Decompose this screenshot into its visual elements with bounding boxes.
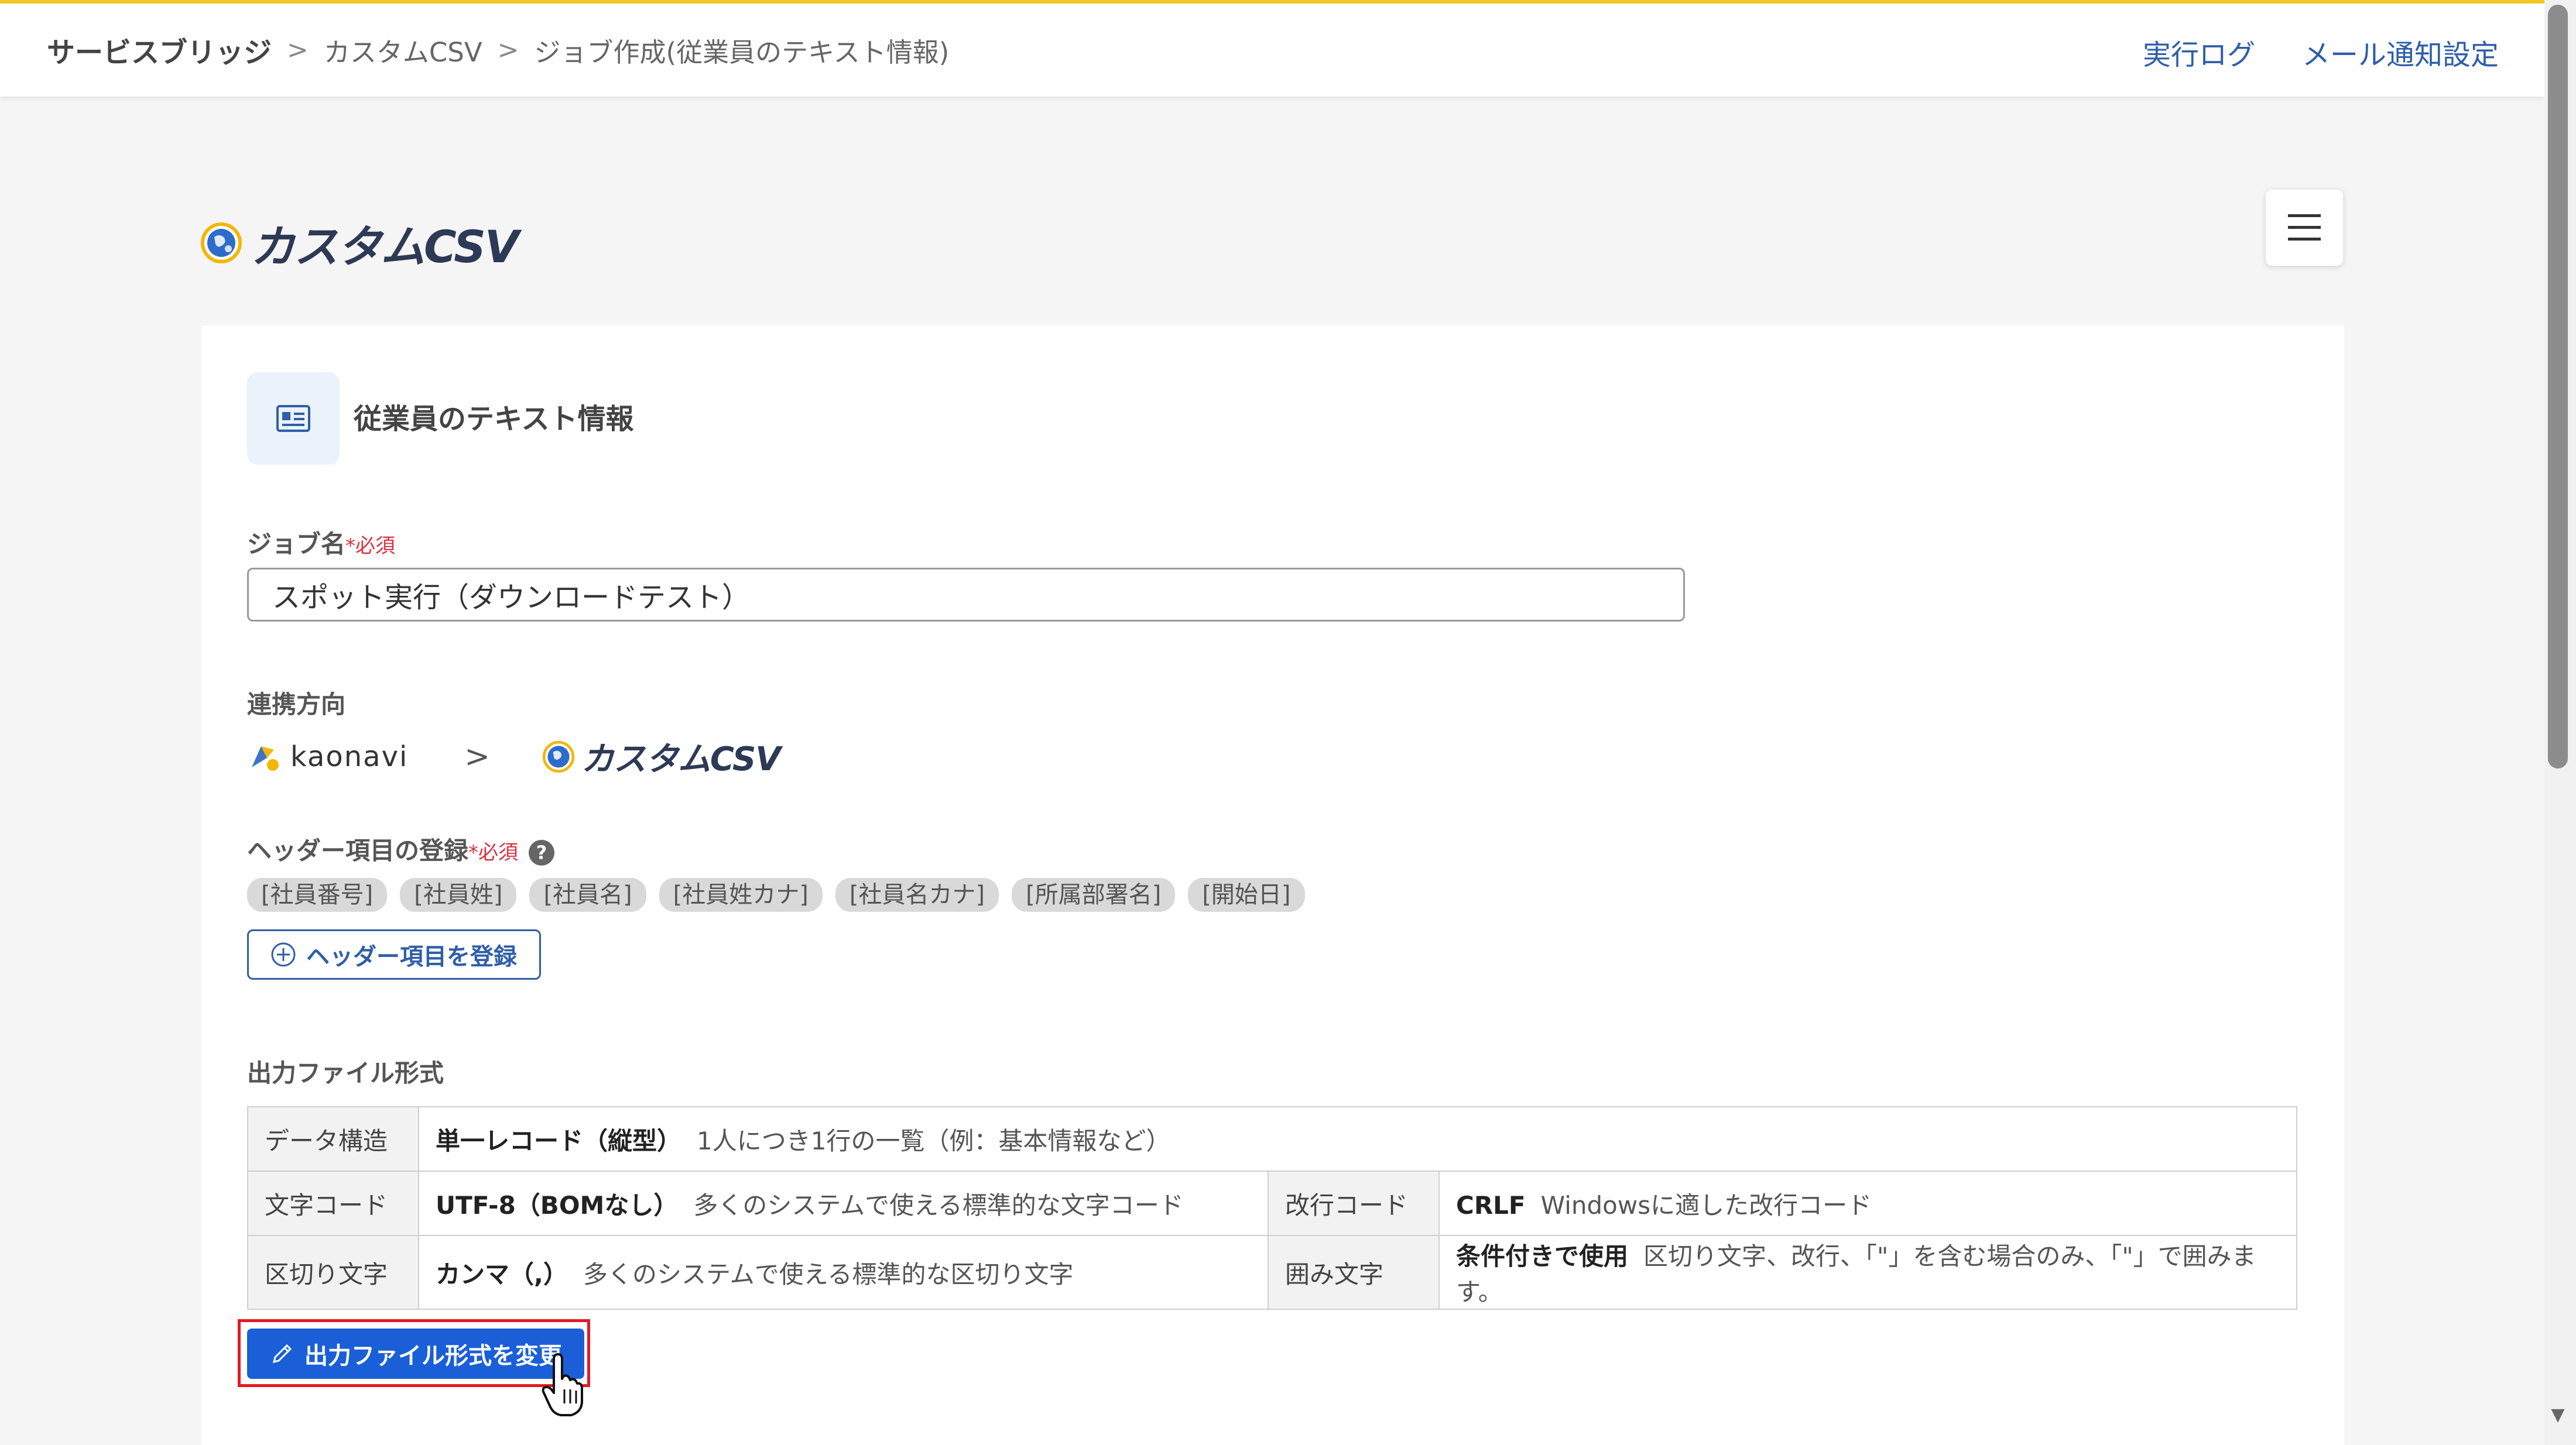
charset-label: 文字コード [247, 1171, 419, 1236]
direction-arrow-icon: > [464, 739, 490, 774]
newline-label: 改行コード [1268, 1171, 1440, 1236]
newline-value-cell: CRLF Windowsに適した改行コード [1438, 1171, 2297, 1236]
charset-value: UTF-8（BOMなし） [436, 1190, 679, 1220]
breadcrumb-root[interactable]: サービスブリッジ [47, 29, 272, 70]
mail-notification-link[interactable]: メール通知設定 [2302, 32, 2499, 73]
id-card-icon [276, 405, 310, 432]
register-header-button[interactable]: ヘッダー項目を登録 [247, 929, 541, 980]
hand-cursor-icon [542, 1353, 583, 1416]
direction-source: kaonavi [290, 740, 409, 773]
breadcrumb-item-current: ジョブ作成(従業員のテキスト情報) [534, 36, 950, 68]
scrollbar-thumb[interactable] [2548, 5, 2568, 768]
job-title: 従業員のテキスト情報 [354, 403, 634, 435]
data-structure-value-cell: 単一レコード（縦型） 1人につき1行の一覧（例：基本情報など） [418, 1106, 2297, 1172]
breadcrumb: サービスブリッジ > カスタムCSV > ジョブ作成(従業員のテキスト情報) [47, 29, 949, 70]
register-header-label: ヘッダー項目を登録 [306, 943, 517, 970]
change-output-format-label: 出力ファイル形式を変更 [304, 1343, 562, 1370]
header-chip-list: [社員番号] [社員姓] [社員名] [社員姓カナ] [社員名カナ] [所属部署… [247, 878, 1305, 912]
breadcrumb-separator-icon: > [497, 35, 519, 65]
top-links: 実行ログ メール通知設定 [2143, 32, 2499, 73]
header-chip: [社員名] [529, 878, 646, 912]
quote-value-cell: 条件付きで使用 区切り文字、改行、「"」を含む場合のみ、「"」で囲みます。 [1438, 1235, 2297, 1310]
direction-label: 連携方向 [247, 690, 346, 719]
job-name-input[interactable]: スポット実行（ダウンロードテスト） [247, 568, 1685, 622]
plus-circle-icon [271, 942, 296, 967]
header-label-text: ヘッダー項目の登録 [247, 836, 469, 865]
execution-log-link[interactable]: 実行ログ [2143, 32, 2255, 73]
job-icon-box [247, 372, 340, 465]
delimiter-value-cell: カンマ（,） 多くのシステムで使える標準的な区切り文字 [418, 1235, 1269, 1310]
header-chip: [社員番号] [247, 878, 388, 912]
delimiter-label: 区切り文字 [247, 1235, 419, 1310]
job-name-label-text: ジョブ名 [247, 530, 346, 558]
header-chip: [開始日] [1188, 878, 1305, 912]
required-mark: *必須 [468, 841, 519, 864]
output-format-label: 出力ファイル形式 [247, 1059, 444, 1087]
required-mark: *必須 [345, 534, 396, 558]
output-format-table: データ構造 単一レコード（縦型） 1人につき1行の一覧（例：基本情報など） 文字コ… [247, 1106, 2297, 1310]
hamburger-icon [2288, 214, 2321, 241]
charset-desc: 多くのシステムで使える標準的な文字コード [693, 1190, 1184, 1220]
quote-value: 条件付きで使用 [1456, 1242, 1629, 1271]
hamburger-menu-button[interactable] [2266, 190, 2343, 266]
job-form-card: 従業員のテキスト情報 ジョブ名*必須 スポット実行（ダウンロードテスト） 連携方… [201, 325, 2344, 1445]
delimiter-desc: 多くのシステムで使える標準的な区切り文字 [583, 1259, 1074, 1289]
brand-logo: カスタムCSV [198, 211, 519, 275]
header-chip: [社員姓カナ] [659, 878, 823, 912]
job-name-label: ジョブ名*必須 [247, 524, 395, 560]
charset-value-cell: UTF-8（BOMなし） 多くのシステムで使える標準的な文字コード [418, 1171, 1269, 1236]
quote-label: 囲み文字 [1268, 1235, 1440, 1310]
breadcrumb-item-custom-csv[interactable]: カスタムCSV [324, 31, 482, 69]
data-structure-desc: 1人につき1行の一覧（例：基本情報など） [697, 1126, 1171, 1155]
help-icon[interactable]: ? [529, 839, 555, 866]
direction-row: kaonavi > カスタムCSV [247, 733, 781, 780]
direction-target: カスタムCSV [581, 740, 781, 778]
header-chip: [社員姓] [400, 878, 517, 912]
header-label: ヘッダー項目の登録*必須? [247, 831, 555, 867]
pencil-icon [272, 1344, 292, 1364]
delimiter-value: カンマ（,） [436, 1259, 568, 1289]
globe-logo-icon [542, 740, 575, 773]
newline-desc: Windowsに適した改行コード [1540, 1190, 1872, 1220]
table-row: 区切り文字 カンマ（,） 多くのシステムで使える標準的な区切り文字 囲み文字 条件… [247, 1235, 2297, 1310]
top-bar: サービスブリッジ > カスタムCSV > ジョブ作成(従業員のテキスト情報) 実… [0, 0, 2544, 97]
table-row: データ構造 単一レコード（縦型） 1人につき1行の一覧（例：基本情報など） [247, 1106, 2297, 1172]
scroll-down-arrow-icon[interactable]: ▼ [2548, 1405, 2568, 1428]
header-chip: [社員名カナ] [835, 878, 999, 912]
change-output-format-button[interactable]: 出力ファイル形式を変更 [247, 1329, 584, 1379]
header-chip: [所属部署名] [1012, 878, 1176, 912]
globe-logo-icon [201, 222, 242, 263]
breadcrumb-separator-icon: > [287, 35, 309, 65]
newline-value: CRLF [1456, 1190, 1526, 1220]
data-structure-value: 単一レコード（縦型） [436, 1126, 682, 1155]
table-row: 文字コード UTF-8（BOMなし） 多くのシステムで使える標準的な文字コード 改… [247, 1171, 2297, 1236]
data-structure-label: データ構造 [247, 1106, 419, 1172]
brand-name: カスタムCSV [251, 221, 519, 273]
kaonavi-logo-icon [252, 746, 279, 771]
